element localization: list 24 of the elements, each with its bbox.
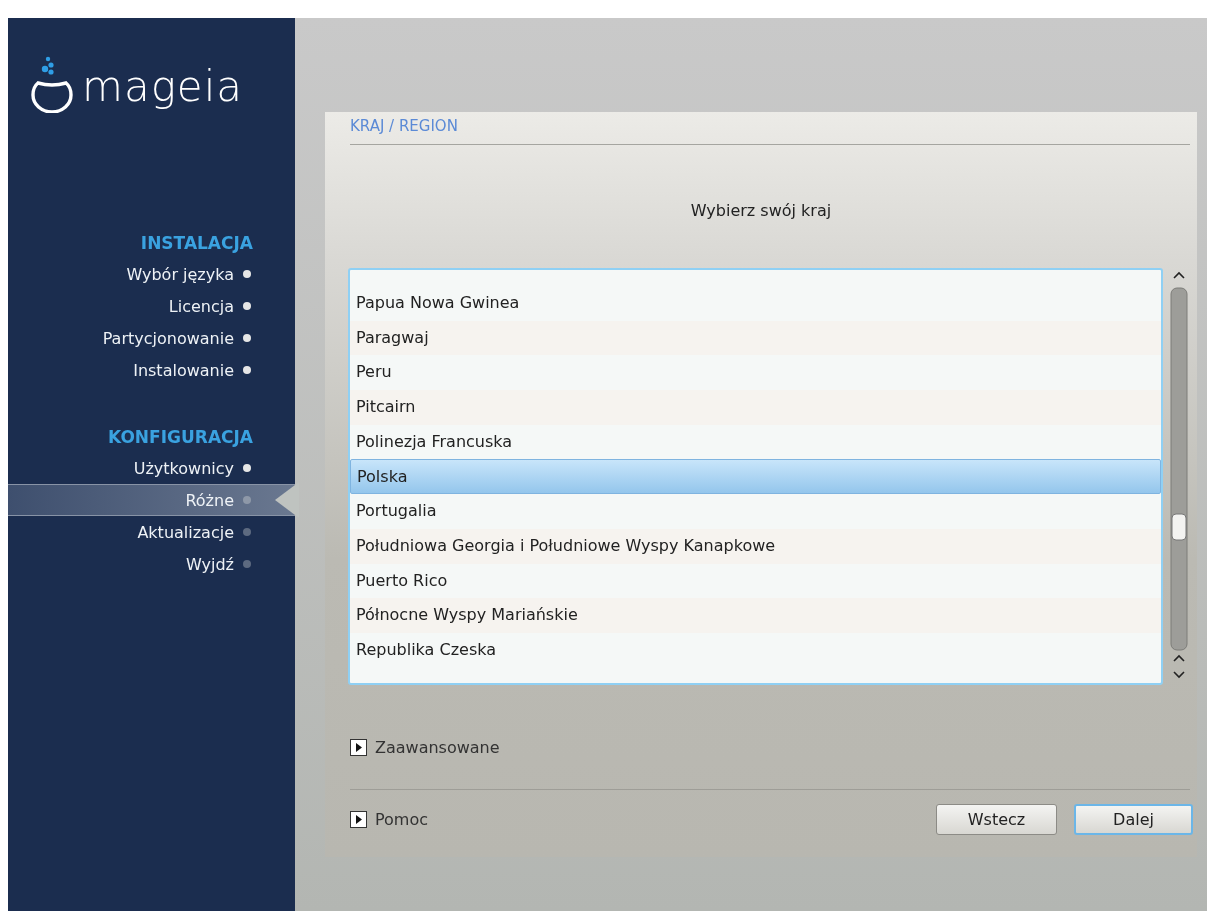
section-heading: INSTALACJA — [139, 232, 254, 255]
prompt-text: Wybierz swój kraj — [689, 201, 833, 220]
page-title: KRAJ / REGION — [349, 116, 459, 136]
help-expander[interactable]: Pomoc — [375, 810, 429, 829]
country-list-item[interactable]: Paragwaj — [350, 320, 1161, 356]
cauldron-logo-icon — [30, 55, 76, 113]
country-list-item[interactable]: Południowa Georgia i Południowe Wyspy Kanapkowe — [350, 528, 1161, 564]
country-list-item[interactable]: Polska — [350, 459, 1161, 495]
logo-wordmark: mageia — [82, 66, 244, 113]
country-list-item[interactable]: Pitcairn — [350, 390, 1161, 425]
step-label: Partycjonowanie — [102, 328, 234, 348]
step-label: Instalowanie — [133, 360, 234, 380]
section-heading: KONFIGURACJA — [107, 426, 254, 449]
step-label: Wyjdź — [186, 554, 234, 574]
step-label: Różne — [185, 490, 234, 510]
step-label: Licencja — [168, 296, 234, 316]
back-button[interactable]: Wstecz — [936, 804, 1057, 835]
country-list-item[interactable]: Północne Wyspy Mariańskie — [350, 598, 1161, 633]
step-label: Wybór języka — [126, 264, 234, 284]
advanced-expander[interactable]: Zaawansowane — [375, 738, 500, 757]
next-button[interactable]: Dalej — [1074, 804, 1193, 835]
country-list[interactable]: Papua Nowa Gwinea Paragwaj Peru Pitcairn Polinezja Francuska Polska Portugalia Południowa Georgia i Południowe Wyspy Kanapkowe Puerto Rico Północne Wyspy Mariańskie Republika Czeska — [348, 268, 1163, 685]
step-label: Użytkownicy — [133, 458, 234, 478]
step-label: Aktualizacje — [137, 522, 234, 542]
